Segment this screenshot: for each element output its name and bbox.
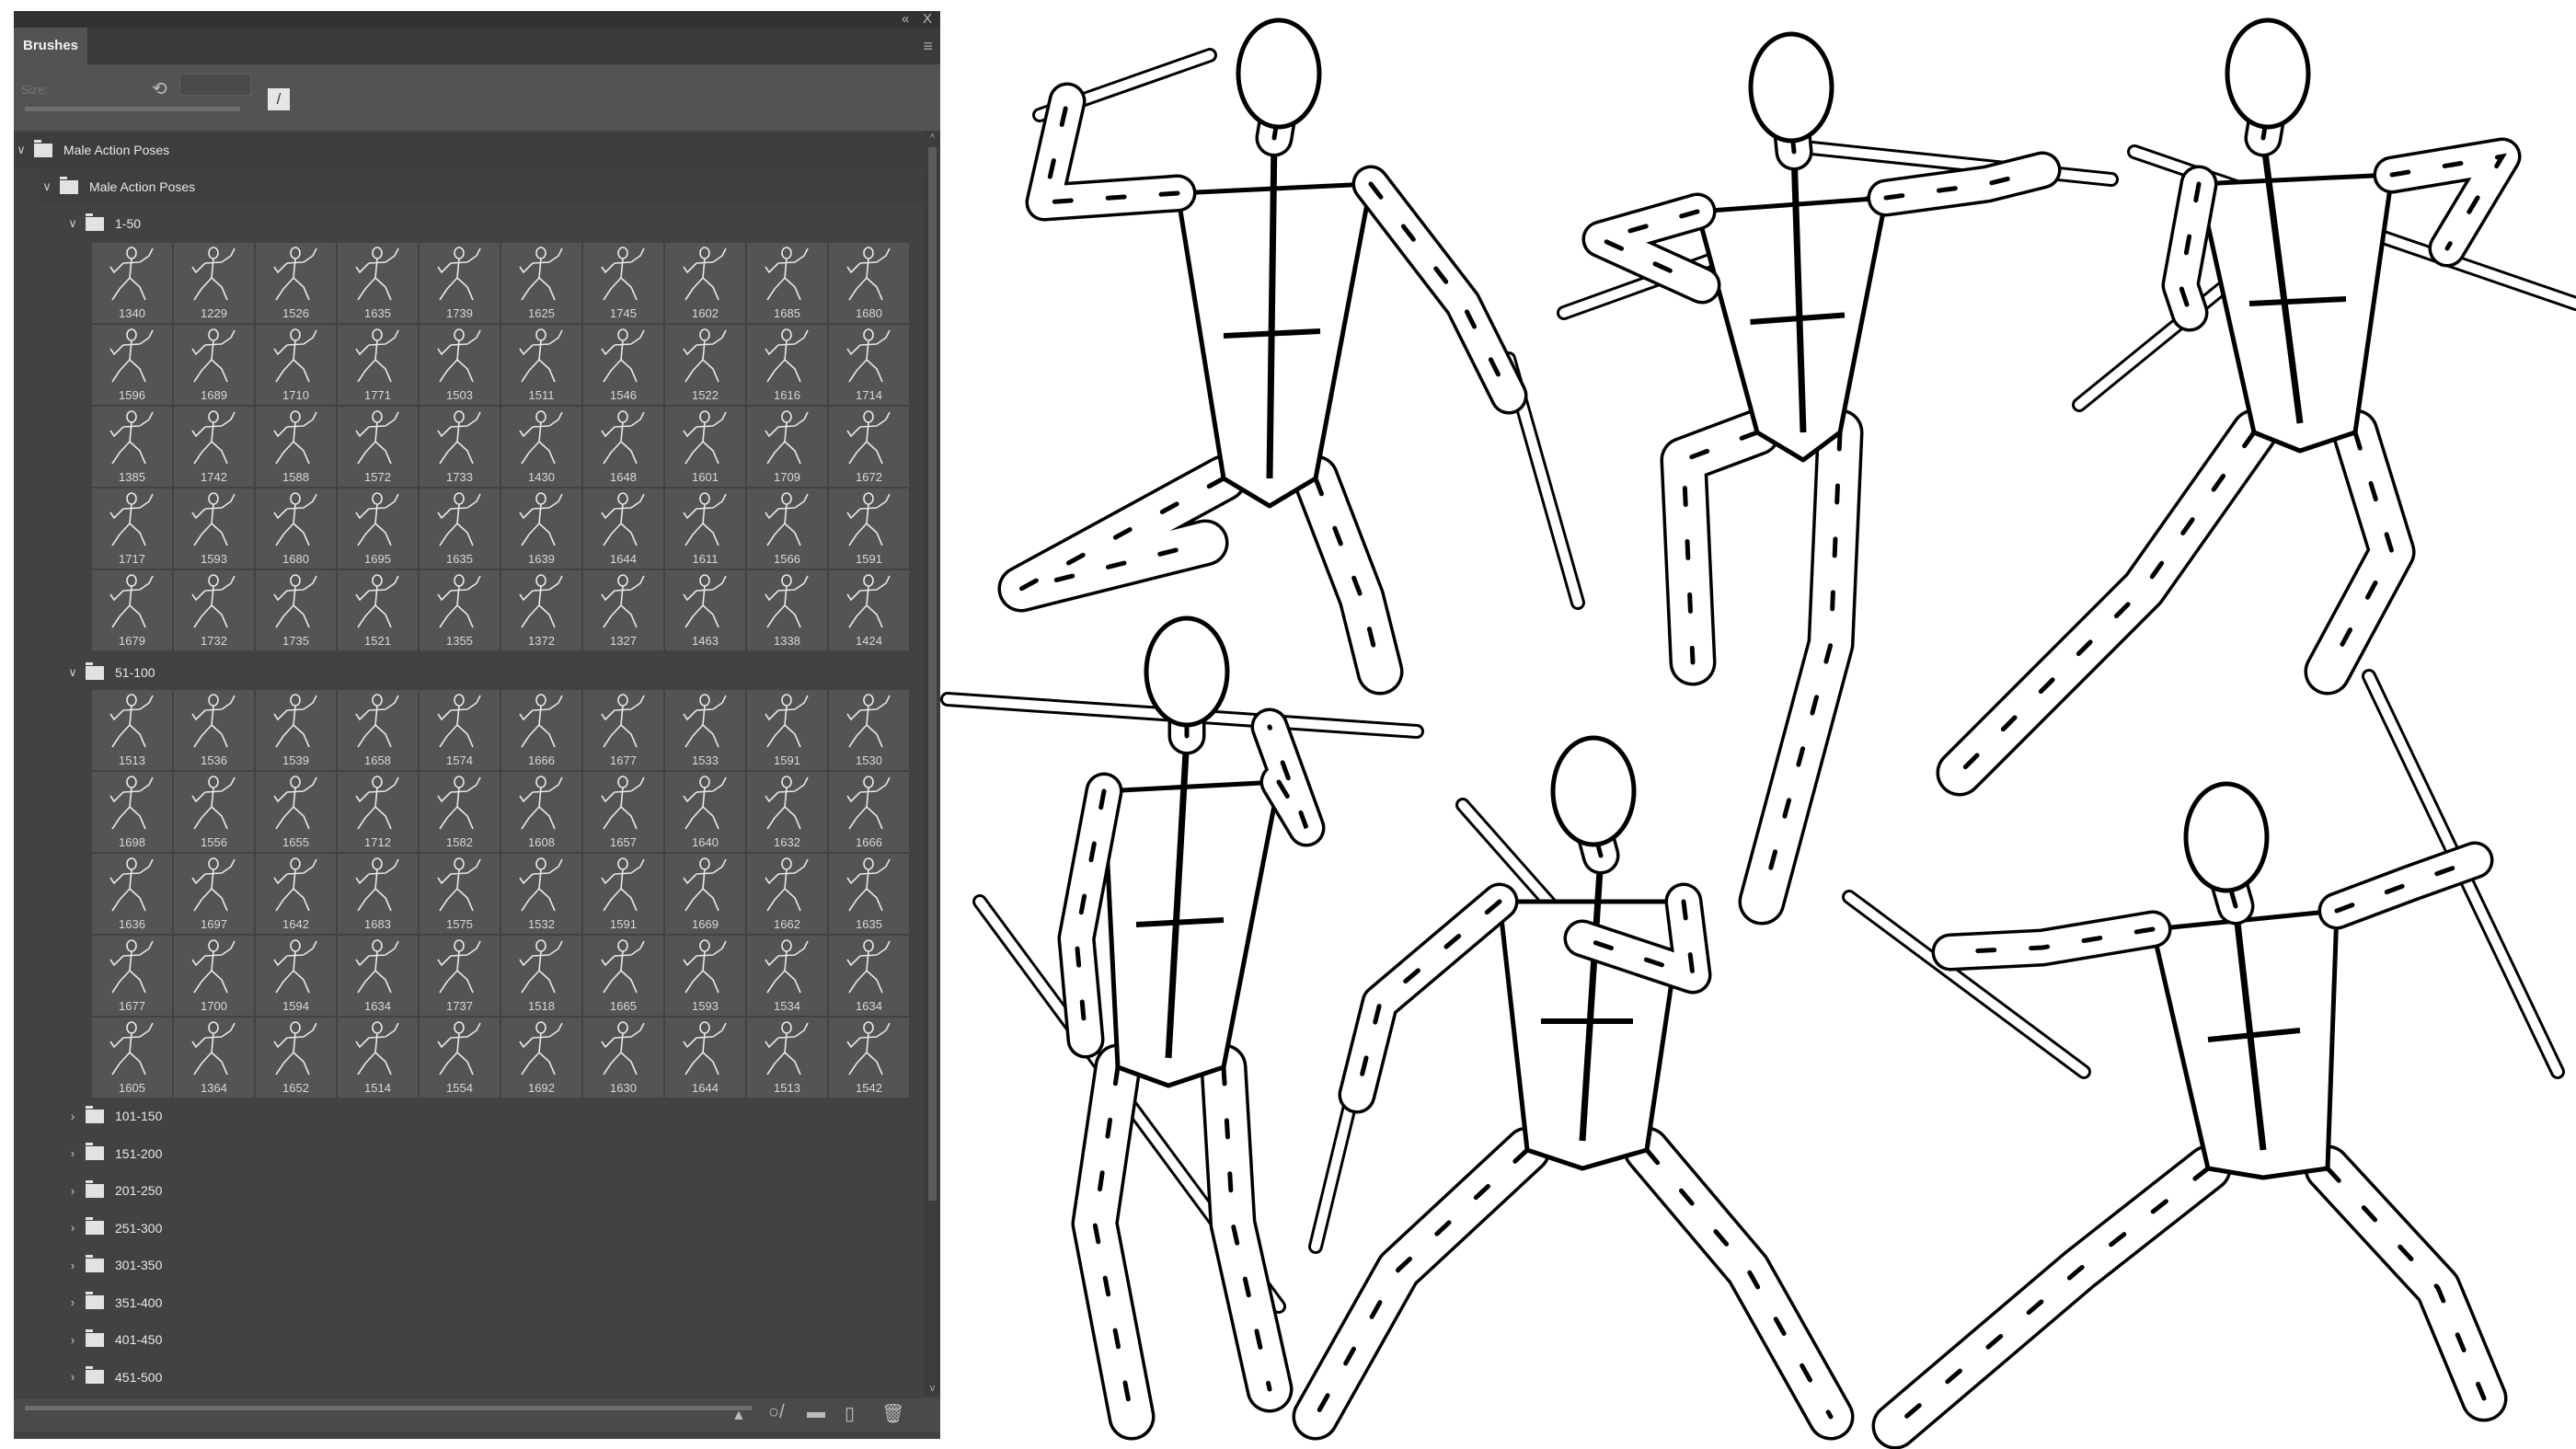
- pose-figure: [1292, 735, 1855, 1441]
- pose-illustrations: [940, 17, 2576, 1449]
- pose-figure: [1936, 17, 2576, 797]
- pose-figure: [1557, 31, 2119, 926]
- pose-figure: [940, 615, 1424, 1441]
- pose-figure: [997, 17, 1585, 696]
